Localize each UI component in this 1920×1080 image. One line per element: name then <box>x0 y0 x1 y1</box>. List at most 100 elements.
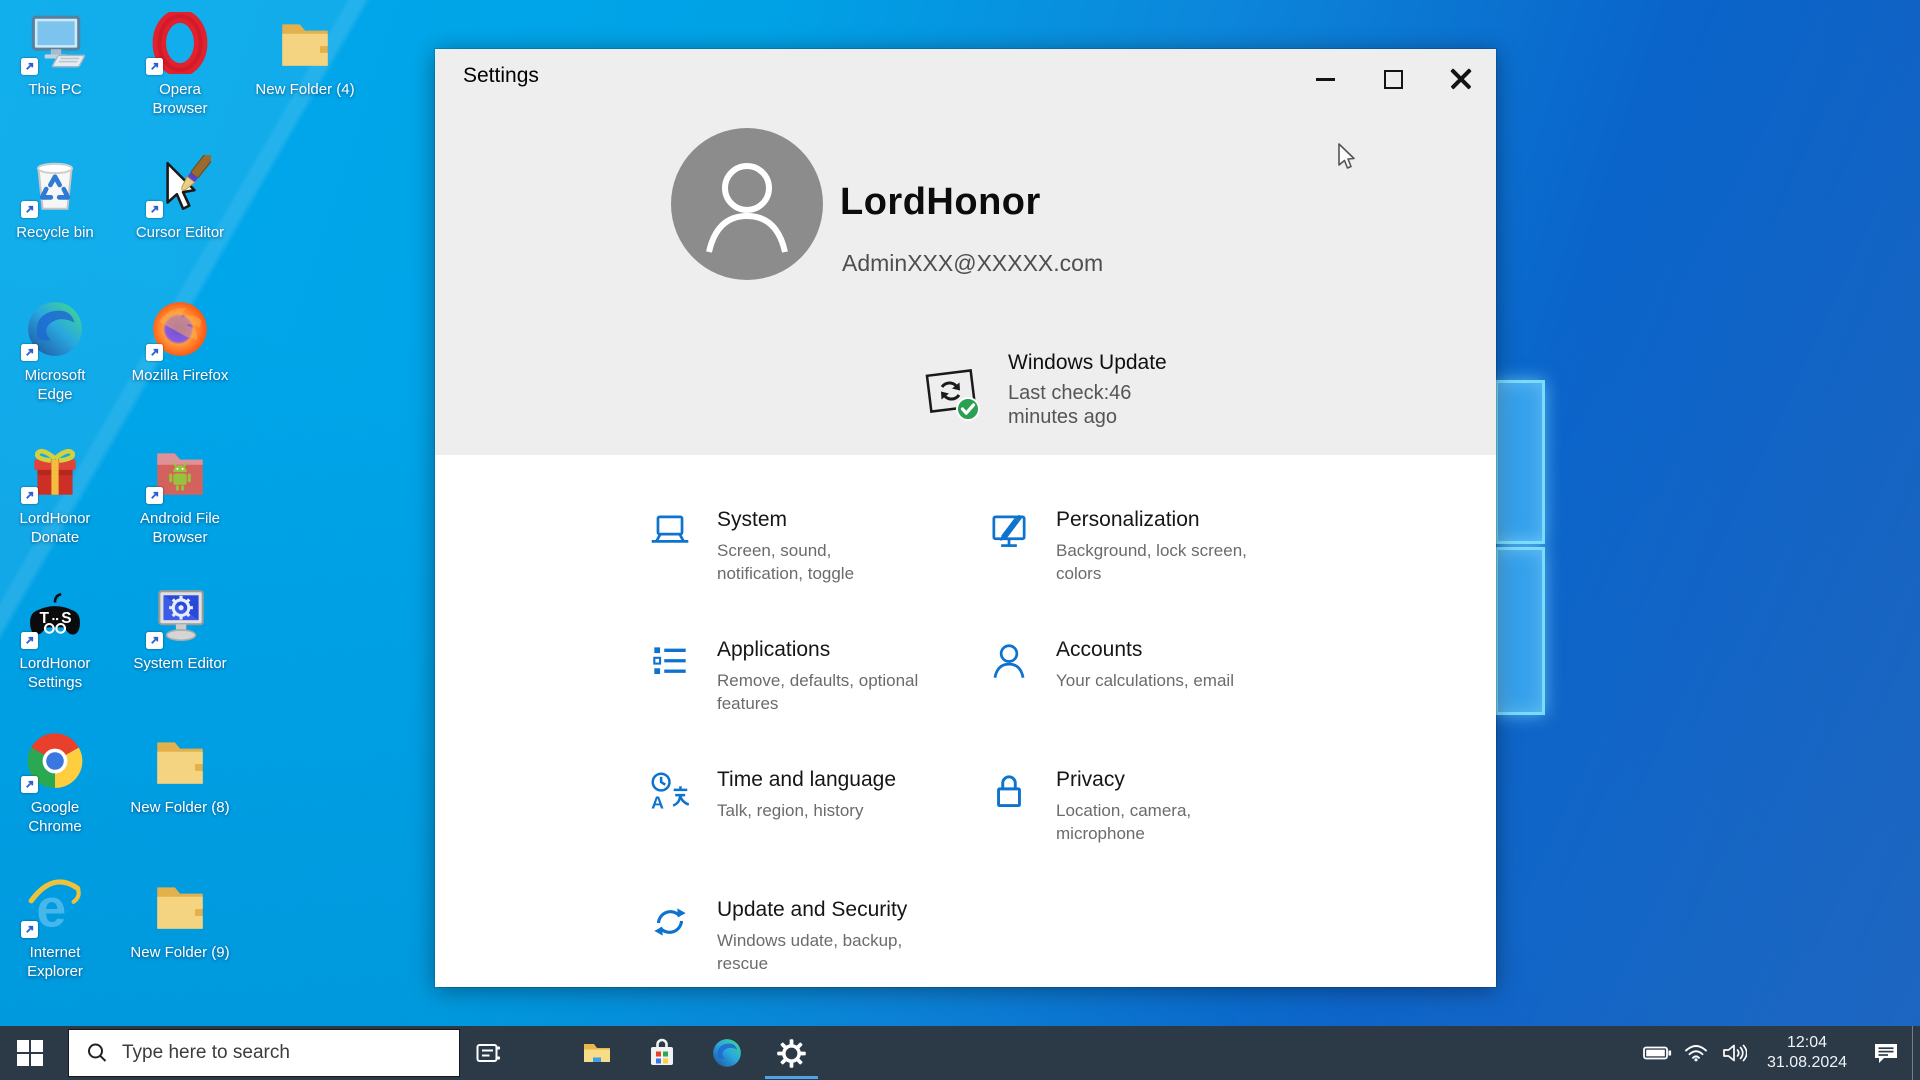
system-tray: 12:04 31.08.2024 <box>1636 1026 1920 1080</box>
desktop-icon-mozilla-firefox[interactable]: Mozilla Firefox <box>130 298 230 385</box>
category-title: Privacy <box>1056 768 1261 792</box>
shortcut-arrow-icon <box>146 201 163 218</box>
wifi-icon <box>1684 1044 1708 1062</box>
desktop-icon-label: Opera Browser <box>130 80 230 118</box>
shortcut-arrow-icon <box>146 58 163 75</box>
taskbar-settings[interactable] <box>759 1026 824 1080</box>
windows-update-status: Last check:46 minutes ago <box>1008 381 1170 429</box>
category-subtitle: Your calculations, email <box>1056 669 1234 692</box>
user-email: AdminXXX@XXXXX.com <box>842 250 1103 277</box>
privacy-lock-icon <box>986 769 1032 815</box>
category-accounts[interactable]: Accounts Your calculations, email <box>986 637 1234 692</box>
shortcut-arrow-icon <box>146 632 163 649</box>
desktop-icon-label: Cursor Editor <box>130 223 230 242</box>
category-applications[interactable]: Applications Remove, defaults, optional … <box>647 637 922 715</box>
battery-tray-button[interactable] <box>1636 1026 1678 1080</box>
category-subtitle: Location, camera, microphone <box>1056 799 1261 845</box>
shortcut-arrow-icon <box>146 344 163 361</box>
accounts-icon <box>986 639 1032 685</box>
start-button[interactable] <box>6 1026 54 1080</box>
windows-update-title: Windows Update <box>1008 351 1167 375</box>
desktop-icon-internet-explorer[interactable]: e Internet Explorer <box>5 875 105 981</box>
maximize-button[interactable] <box>1364 57 1422 101</box>
taskbar-clock[interactable]: 12:04 31.08.2024 <box>1754 1033 1860 1073</box>
desktop-icon-new-folder-8[interactable]: New Folder (8) <box>130 730 230 817</box>
desktop-icon-label: Google Chrome <box>5 798 105 836</box>
category-subtitle: Background, lock screen, colors <box>1056 539 1261 585</box>
desktop-icon-label: Recycle bin <box>5 223 105 242</box>
user-avatar[interactable] <box>671 128 823 280</box>
category-system[interactable]: System Screen, sound, notification, togg… <box>647 507 922 585</box>
category-subtitle: Remove, defaults, optional features <box>717 669 922 715</box>
category-title: System <box>717 508 922 532</box>
desktop-icon-label: Internet Explorer <box>5 943 105 981</box>
volume-tray-button[interactable] <box>1714 1026 1754 1080</box>
taskbar: 12:04 31.08.2024 <box>0 1026 1920 1080</box>
category-title: Accounts <box>1056 638 1234 662</box>
shortcut-arrow-icon <box>21 632 38 649</box>
window-controls <box>1296 57 1490 101</box>
desktop-icon-opera-browser[interactable]: Opera Browser <box>130 12 230 118</box>
system-icon <box>647 509 693 555</box>
clock-time: 12:04 <box>1754 1033 1860 1053</box>
shortcut-arrow-icon <box>146 487 163 504</box>
windows-logo-icon <box>17 1040 44 1067</box>
settings-categories: System Screen, sound, notification, togg… <box>435 455 1496 987</box>
desktop-icon-lordhonor-donate[interactable]: LordHonor Donate <box>5 441 105 547</box>
taskbar-search[interactable] <box>68 1029 460 1077</box>
desktop-icon-label: New Folder (8) <box>130 798 230 817</box>
taskbar-edge[interactable] <box>694 1026 759 1080</box>
shortcut-arrow-icon <box>21 487 38 504</box>
search-input[interactable] <box>120 1041 459 1065</box>
desktop-icon-lordhonor-settings[interactable]: T S LordHonor Settings <box>5 586 105 692</box>
desktop-icon-label: New Folder (4) <box>255 80 355 99</box>
category-personalization[interactable]: Personalization Background, lock screen,… <box>986 507 1261 585</box>
applications-icon <box>647 639 693 685</box>
task-view-button[interactable] <box>464 1026 512 1080</box>
store-icon <box>647 1037 677 1069</box>
shortcut-arrow-icon <box>21 58 38 75</box>
mouse-cursor <box>1333 141 1357 173</box>
desktop-icon-label: System Editor <box>130 654 230 673</box>
window-title: Settings <box>463 64 539 88</box>
folder-icon <box>274 12 336 74</box>
desktop-icon-google-chrome[interactable]: Google Chrome <box>5 730 105 836</box>
desktop-icon-label: Android File Browser <box>130 509 230 547</box>
personalization-icon <box>986 509 1032 555</box>
desktop-icon-this-pc[interactable]: This PC <box>5 12 105 99</box>
close-button[interactable] <box>1432 57 1490 101</box>
desktop-icon-android-file-browser[interactable]: Android File Browser <box>130 441 230 547</box>
category-title: Update and Security <box>717 898 922 922</box>
desktop-icon-label: This PC <box>5 80 105 99</box>
desktop-icon-new-folder-4[interactable]: New Folder (4) <box>255 12 355 99</box>
desktop-icon-cursor-editor[interactable]: Cursor Editor <box>130 155 230 242</box>
category-time-language[interactable]: A Time and language Talk, region, histor… <box>647 767 896 822</box>
volume-icon <box>1722 1044 1747 1062</box>
category-subtitle: Screen, sound, notification, toggle <box>717 539 922 585</box>
desktop-icon-new-folder-9[interactable]: New Folder (9) <box>130 875 230 962</box>
taskbar-file-explorer[interactable] <box>564 1026 629 1080</box>
notification-icon <box>1873 1042 1899 1064</box>
task-view-icon <box>475 1040 502 1067</box>
category-update-security[interactable]: Update and Security Windows udate, backu… <box>647 897 922 975</box>
action-center-button[interactable] <box>1860 1026 1912 1080</box>
user-name: LordHonor <box>840 181 1041 224</box>
show-desktop-button[interactable] <box>1912 1026 1920 1080</box>
taskbar-store[interactable] <box>629 1026 694 1080</box>
windows-update-block[interactable]: Windows Update Last check:46 minutes ago <box>921 347 1221 447</box>
shortcut-arrow-icon <box>21 201 38 218</box>
category-title: Personalization <box>1056 508 1261 532</box>
svg-text:A: A <box>651 793 664 813</box>
minimize-button[interactable] <box>1296 57 1354 101</box>
update-security-icon <box>647 899 693 945</box>
desktop-icon-system-editor[interactable]: System Editor <box>130 586 230 673</box>
shortcut-arrow-icon <box>21 921 38 938</box>
category-title: Time and language <box>717 768 896 792</box>
desktop-icon-label: LordHonor Settings <box>5 654 105 692</box>
desktop-icon-microsoft-edge[interactable]: Microsoft Edge <box>5 298 105 404</box>
settings-window: Settings LordHonor AdminXXX@XXXXX.com <box>435 49 1496 987</box>
category-privacy[interactable]: Privacy Location, camera, microphone <box>986 767 1261 845</box>
wifi-tray-button[interactable] <box>1678 1026 1714 1080</box>
desktop-icon-recycle-bin[interactable]: Recycle bin <box>5 155 105 242</box>
desktop-icon-label: LordHonor Donate <box>5 509 105 547</box>
